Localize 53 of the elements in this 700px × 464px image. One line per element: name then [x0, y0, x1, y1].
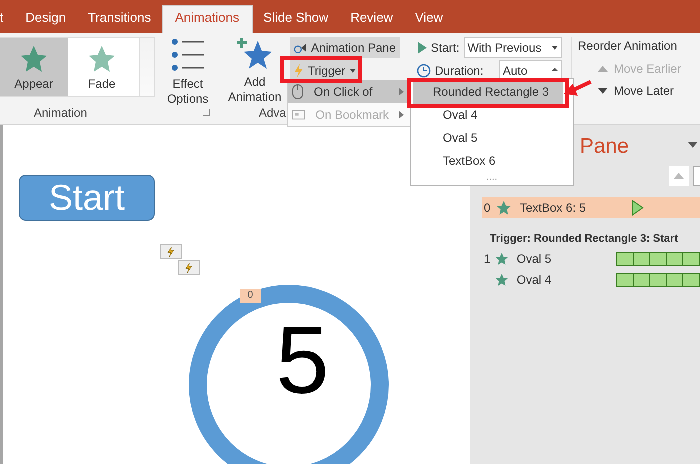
down-triangle-icon: [598, 88, 608, 94]
countdown-number: 5: [276, 313, 330, 409]
ring-shape[interactable]: [189, 285, 389, 464]
gallery-scrollbar[interactable]: [139, 38, 154, 96]
star-icon: [494, 250, 509, 266]
animation-list-item[interactable]: Oval 4: [470, 269, 700, 290]
reorder-animation-label: Reorder Animation: [578, 38, 678, 55]
menu-item[interactable]: Rounded Rectangle 3: [413, 81, 563, 104]
pane-title: Pane: [580, 135, 630, 159]
play-icon: [632, 200, 644, 216]
lightning-icon: [294, 64, 304, 78]
animation-order-badge: 0: [240, 289, 261, 303]
duration-label: Duration:: [435, 64, 484, 78]
menu-item[interactable]: Oval 5: [411, 127, 573, 150]
ribbon-tab[interactable]: Design: [14, 6, 78, 33]
star-icon: [494, 272, 509, 288]
pointer-arrow: [564, 80, 592, 98]
start-label: Start:: [431, 40, 460, 54]
mouse-icon: [292, 84, 304, 100]
reorder-button[interactable]: Move Later: [594, 81, 686, 100]
group-label: Adva: [259, 106, 286, 120]
menu-item[interactable]: TextBox 6: [411, 150, 573, 173]
ribbon-tab[interactable]: Review: [340, 6, 404, 33]
add-animation-button[interactable]: Add Animation: [222, 37, 288, 105]
ribbon-tab[interactable]: Transitions: [77, 6, 162, 33]
ribbon-tab[interactable]: t: [0, 6, 15, 33]
effect-options-button[interactable]: Effect Options: [158, 37, 218, 107]
bookmark-frame-icon: [292, 108, 306, 120]
group-label: Animation: [34, 106, 88, 120]
clock-icon: [417, 64, 431, 78]
burst-star-icon: [19, 44, 49, 74]
start-dropdown[interactable]: With Previous: [464, 37, 562, 58]
animation-list-item[interactable]: 0 TextBox 6: 5: [482, 197, 700, 218]
ribbon-tab[interactable]: Animations: [162, 5, 253, 33]
scroll-button[interactable]: [693, 166, 700, 186]
menu-item[interactable]: Oval 4: [411, 104, 573, 127]
animation-style[interactable]: Appear: [0, 38, 68, 96]
star-icon: [87, 44, 117, 74]
star-plus-icon: [237, 37, 273, 71]
ribbon-tab[interactable]: View: [404, 6, 454, 33]
scroll-up-button[interactable]: [669, 166, 689, 186]
menu-item[interactable]: On Click of: [288, 80, 410, 103]
trigger-heading: Trigger: Rounded Rectangle 3: Start: [489, 232, 680, 247]
star-icon: [496, 200, 512, 216]
trigger-marker-icon[interactable]: [178, 260, 200, 275]
animation-pane-button[interactable]: Animation Pane: [290, 37, 400, 58]
up-triangle-icon: [598, 66, 608, 72]
trigger-marker-icon[interactable]: [160, 244, 182, 259]
list-icon: [170, 37, 206, 73]
play-icon: [417, 42, 427, 54]
ribbon-tab[interactable]: Slide Show: [252, 6, 340, 33]
dialog-launcher-icon[interactable]: [203, 109, 210, 116]
animation-list-item[interactable]: 1 Oval 5: [470, 248, 700, 269]
